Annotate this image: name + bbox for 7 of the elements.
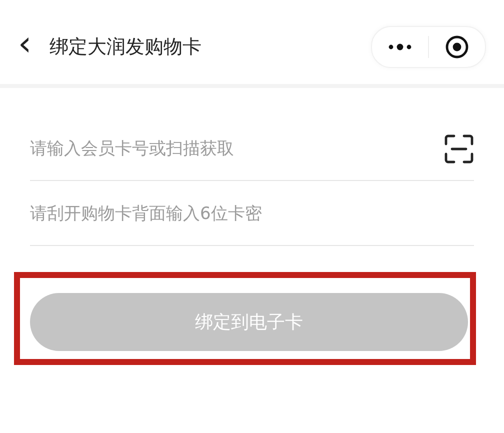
target-icon <box>445 35 469 59</box>
page-title: 绑定大润发购物卡 <box>50 35 203 60</box>
more-icon <box>388 43 412 51</box>
back-button[interactable]: ‹ <box>18 27 50 61</box>
input-field[interactable]: 请输入会员卡号或扫描获取 <box>30 129 444 169</box>
input-field[interactable]: 请刮开购物卡背面输入6位卡密 <box>30 194 474 234</box>
scan-icon[interactable] <box>444 134 474 164</box>
